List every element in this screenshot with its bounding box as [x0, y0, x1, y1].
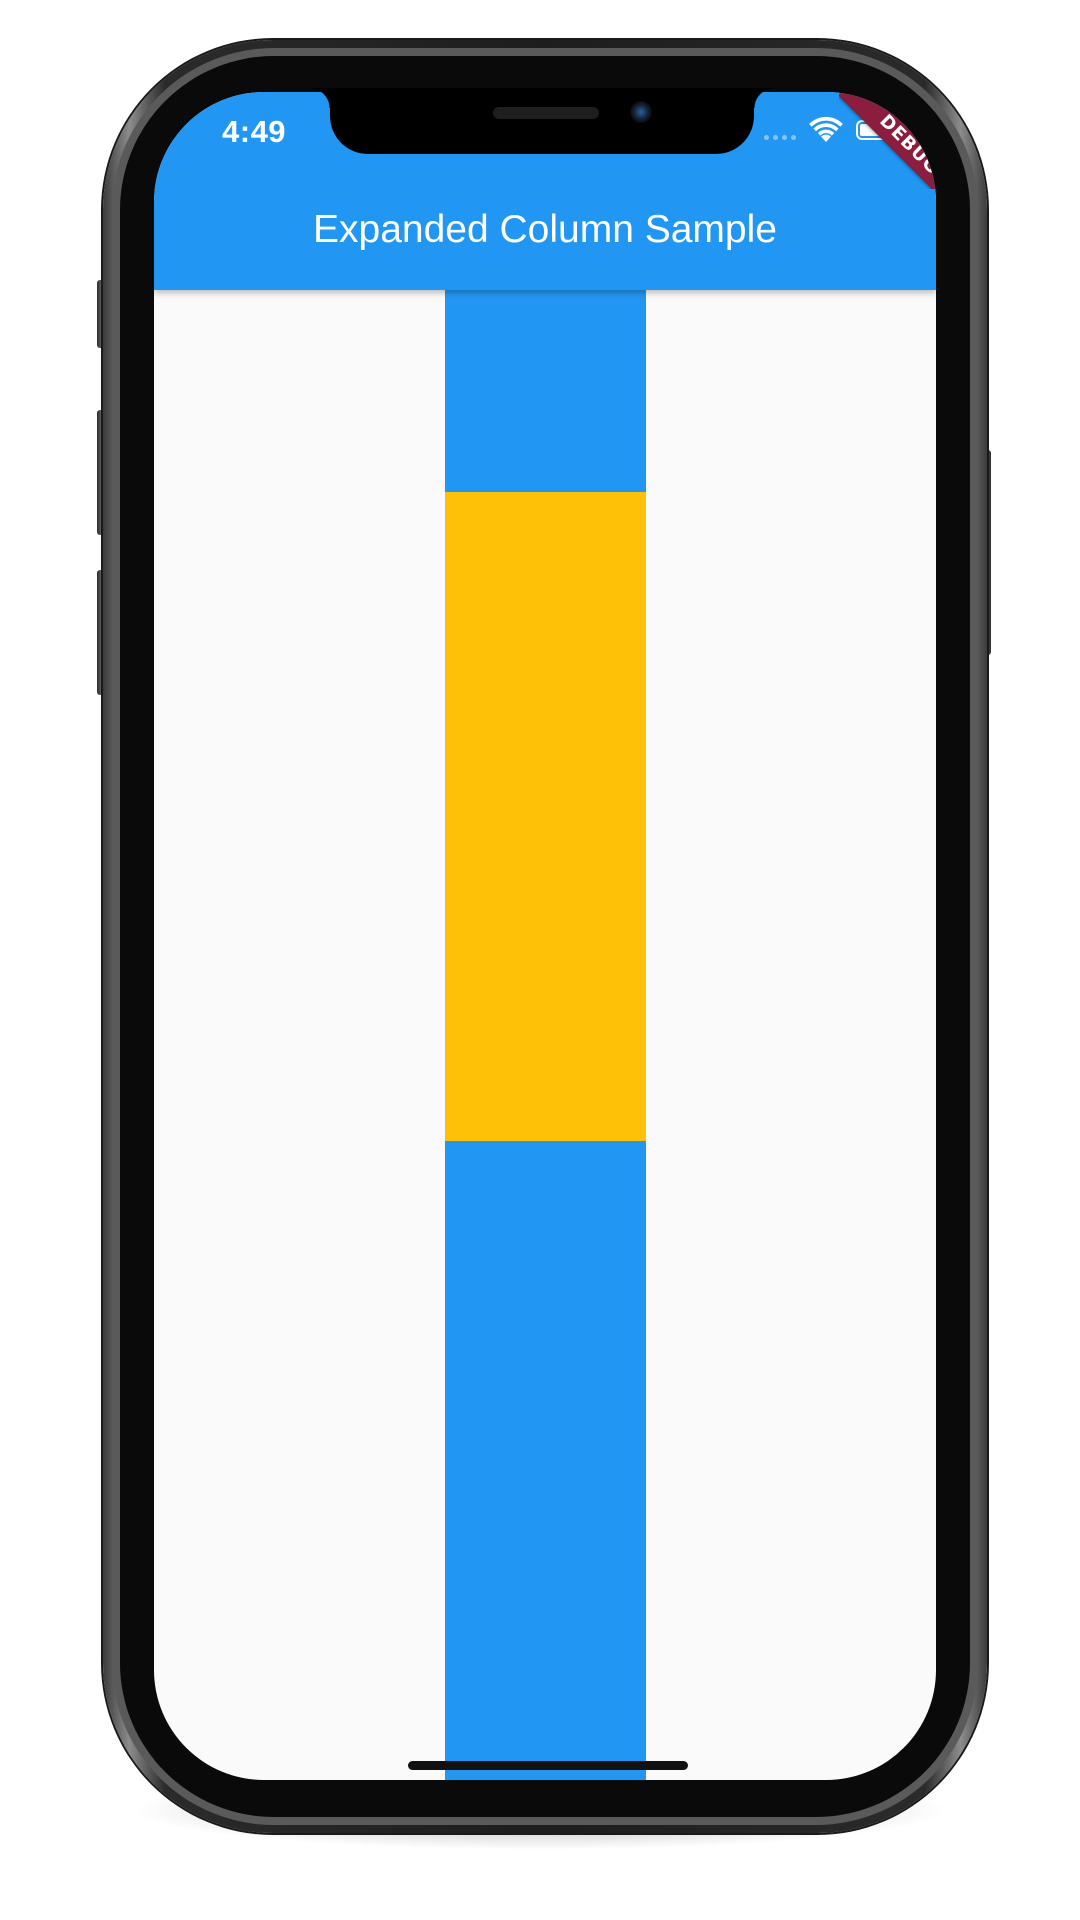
front-camera — [630, 101, 652, 123]
debug-banner: DEBUG — [839, 92, 936, 189]
phone-screen: 4:49 Expanded Column Sample DEBUG — [154, 92, 936, 1780]
app-bar-title: Expanded Column Sample — [313, 208, 777, 251]
cellular-signal-icon — [764, 134, 796, 140]
column-box-bottom — [445, 1141, 646, 1780]
status-time: 4:49 — [222, 114, 287, 149]
column-box-top — [445, 290, 646, 492]
column-box-expanded — [445, 492, 646, 1141]
device-stage: 4:49 Expanded Column Sample DEBUG — [0, 0, 1080, 1920]
device-notch — [310, 88, 774, 154]
expanded-column — [445, 290, 646, 1780]
home-indicator[interactable] — [408, 1761, 688, 1770]
debug-banner-label: DEBUG — [839, 92, 936, 189]
earpiece-speaker — [493, 107, 599, 119]
